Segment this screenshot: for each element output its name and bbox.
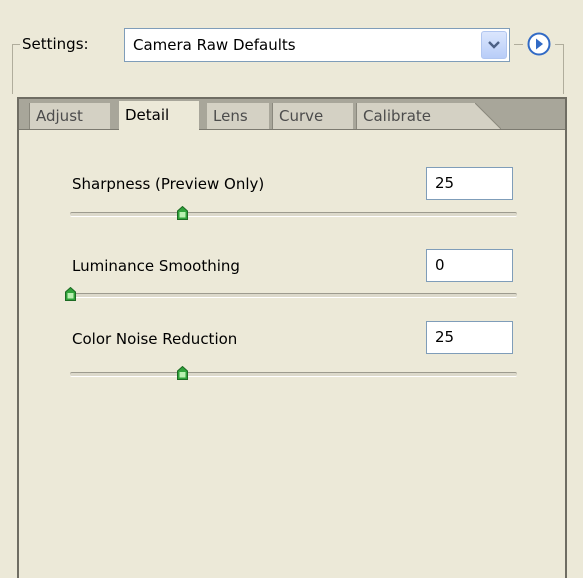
tab-curve[interactable]: Curve [273,103,353,129]
color-noise-input[interactable]: 25 [426,321,513,354]
color-noise-slider-thumb[interactable] [177,366,188,380]
tab-adjust-label: Adjust [36,107,83,125]
tab-calibrate-label: Calibrate [363,107,431,125]
group-frame-dash [555,44,563,45]
tab-curve-label: Curve [279,107,324,125]
group-frame-left [12,44,13,94]
chevron-down-icon[interactable] [481,31,507,59]
settings-selected-value: Camera Raw Defaults [133,36,296,54]
group-frame-dash [514,44,523,45]
tab-detail[interactable]: Detail [119,101,199,130]
tab-calibrate-slant [475,103,501,129]
color-noise-label: Color Noise Reduction [72,330,238,348]
play-circle-icon[interactable] [527,32,551,56]
settings-label: Settings: [22,35,89,53]
camera-raw-detail-panel: Settings: Camera Raw Defaults Adjust Det… [0,0,583,578]
sharpness-slider-track[interactable] [70,212,517,217]
group-frame-top-left [12,44,20,45]
group-frame-right [563,44,564,94]
sharpness-input[interactable]: 25 [426,167,513,200]
tab-strip: Adjust Detail Lens Curve Calibrate [19,99,565,130]
tab-detail-label: Detail [125,106,170,124]
luminance-slider-track[interactable] [70,293,517,298]
sharpness-slider-thumb[interactable] [177,206,188,220]
luminance-input[interactable]: 0 [426,249,513,282]
tab-calibrate[interactable]: Calibrate [357,103,475,129]
sharpness-label: Sharpness (Preview Only) [72,175,265,193]
luminance-label: Luminance Smoothing [72,257,240,275]
tab-lens-label: Lens [213,107,248,125]
tab-panel: Adjust Detail Lens Curve Calibrate Sharp [17,97,567,578]
settings-select[interactable]: Camera Raw Defaults [124,28,510,62]
tab-lens[interactable]: Lens [207,103,269,129]
tab-adjust[interactable]: Adjust [30,103,110,129]
luminance-slider-thumb[interactable] [65,287,76,301]
color-noise-slider-track[interactable] [70,372,517,377]
